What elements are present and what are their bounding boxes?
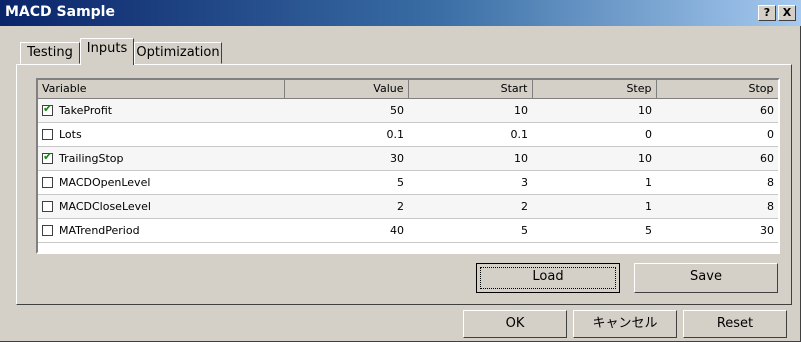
variable-name: TakeProfit [59,103,113,117]
column-header-start[interactable]: Start [408,80,533,99]
stop-cell[interactable]: 8 [656,194,778,219]
step-cell[interactable]: 5 [532,218,656,243]
optimize-checkbox[interactable]: ✔ [42,149,53,164]
step-cell[interactable]: 1 [532,194,656,219]
tab-inputs[interactable]: Inputs [80,38,134,65]
step-cell[interactable]: 10 [532,146,656,171]
start-cell[interactable]: 10 [408,98,532,123]
focus-rect [480,267,616,289]
variable-cell[interactable]: ✔ TakeProfit [38,98,284,123]
cancel-button[interactable]: キャンセル [573,310,677,338]
empty-cell [284,242,408,252]
empty-cell [532,242,656,252]
empty-cell [38,242,284,252]
save-button-label: Save [690,269,722,284]
load-button[interactable]: Load [476,263,620,293]
variable-cell[interactable]: MACDOpenLevel [38,170,284,195]
table-row[interactable]: MACDCloseLevel 2 2 1 8 [38,194,778,219]
start-cell[interactable]: 3 [408,170,532,195]
stop-cell[interactable]: 60 [656,98,778,123]
column-header-value[interactable]: Value [284,80,409,99]
table-row[interactable]: ✔ TakeProfit 50 10 10 60 [38,98,778,123]
ok-button-label: OK [505,316,525,331]
column-header-step[interactable]: Step [532,80,657,99]
dialog-window: MACD Sample ? X Testing Inputs Optimizat… [0,0,801,342]
help-icon[interactable]: ? [758,5,776,21]
variable-name: MATrendPeriod [59,223,140,237]
variable-cell[interactable]: Lots [38,122,284,147]
tab-optimization[interactable]: Optimization [134,42,222,64]
value-cell[interactable]: 0.1 [284,122,408,147]
start-cell[interactable]: 10 [408,146,532,171]
inputs-grid: Variable Value Start Step Stop ✔ TakeProf… [36,78,780,254]
empty-cell [408,242,532,252]
optimize-checkbox[interactable]: ✔ [42,101,53,116]
ok-button[interactable]: OK [463,310,567,338]
stop-cell[interactable]: 0 [656,122,778,147]
column-header-stop[interactable]: Stop [656,80,778,99]
stop-cell[interactable]: 60 [656,146,778,171]
stop-cell[interactable]: 8 [656,170,778,195]
value-cell[interactable]: 30 [284,146,408,171]
optimize-checkbox[interactable] [42,176,53,188]
table-row[interactable]: Lots 0.1 0.1 0 0 [38,122,778,147]
start-cell[interactable]: 5 [408,218,532,243]
variable-name: Lots [59,127,82,141]
value-cell[interactable]: 5 [284,170,408,195]
optimize-checkbox[interactable] [42,224,53,236]
step-cell[interactable]: 0 [532,122,656,147]
save-button[interactable]: Save [634,263,778,293]
table-row[interactable]: MATrendPeriod 40 5 5 30 [38,218,778,243]
optimize-checkbox[interactable] [42,128,53,140]
empty-row [38,242,778,252]
start-cell[interactable]: 2 [408,194,532,219]
value-cell[interactable]: 2 [284,194,408,219]
column-header-variable[interactable]: Variable [38,80,285,99]
window-title: MACD Sample [5,4,115,20]
variable-name: TrailingStop [59,151,124,165]
table-row[interactable]: ✔ TrailingStop 30 10 10 60 [38,146,778,171]
reset-button-label: Reset [716,316,754,331]
variable-name: MACDCloseLevel [59,199,151,213]
table-row[interactable]: MACDOpenLevel 5 3 1 8 [38,170,778,195]
value-cell[interactable]: 40 [284,218,408,243]
variable-cell[interactable]: MACDCloseLevel [38,194,284,219]
step-cell[interactable]: 1 [532,170,656,195]
optimize-checkbox[interactable] [42,200,53,212]
step-cell[interactable]: 10 [532,98,656,123]
tab-testing[interactable]: Testing [20,42,80,64]
checkmark-icon: ✔ [43,101,53,115]
variable-cell[interactable]: ✔ TrailingStop [38,146,284,171]
start-cell[interactable]: 0.1 [408,122,532,147]
reset-button[interactable]: Reset [683,310,787,338]
close-icon[interactable]: X [778,5,796,21]
stop-cell[interactable]: 30 [656,218,778,243]
variable-cell[interactable]: MATrendPeriod [38,218,284,243]
checkmark-icon: ✔ [43,149,53,163]
variable-name: MACDOpenLevel [59,175,151,189]
value-cell[interactable]: 50 [284,98,408,123]
cancel-button-label: キャンセル [592,316,658,331]
title-bar[interactable]: MACD Sample ? X [0,0,801,26]
empty-cell [656,242,778,252]
